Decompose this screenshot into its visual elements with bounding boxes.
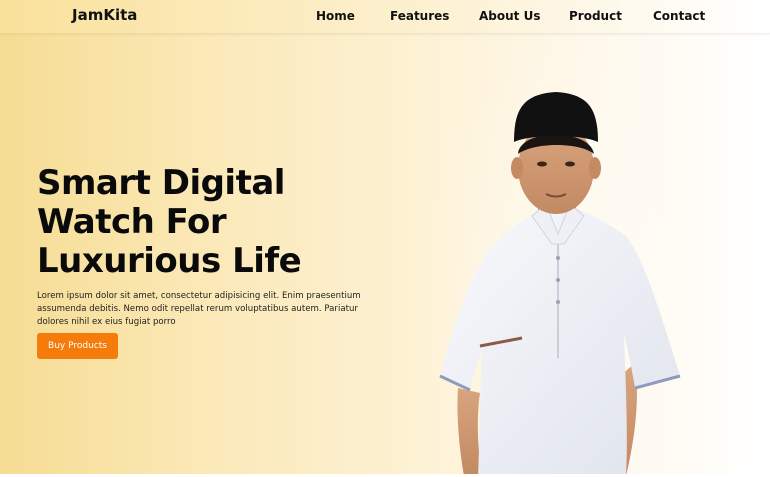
- nav-link-features[interactable]: Features: [390, 9, 449, 23]
- nav-link-product[interactable]: Product: [569, 9, 622, 23]
- hero-person-image: [430, 58, 700, 476]
- nav-link-home[interactable]: Home: [316, 9, 355, 23]
- navbar: JamKita Home Features About Us Product C…: [0, 0, 770, 34]
- hero-title: Smart Digital Watch For Luxurious Life: [37, 164, 367, 281]
- hero-description: Lorem ipsum dolor sit amet, consectetur …: [37, 291, 361, 327]
- landing-page: JamKita Home Features About Us Product C…: [0, 0, 770, 477]
- hero-title-line: Luxurious Life: [37, 241, 302, 281]
- nav-link-about-us[interactable]: About Us: [479, 9, 540, 23]
- hero-title-line: Smart Digital: [37, 163, 285, 203]
- nav-link-contact[interactable]: Contact: [653, 9, 705, 23]
- hero-title-line: Watch For: [37, 202, 227, 242]
- buy-products-button[interactable]: Buy Products: [37, 333, 118, 359]
- brand-logo[interactable]: JamKita: [72, 6, 137, 24]
